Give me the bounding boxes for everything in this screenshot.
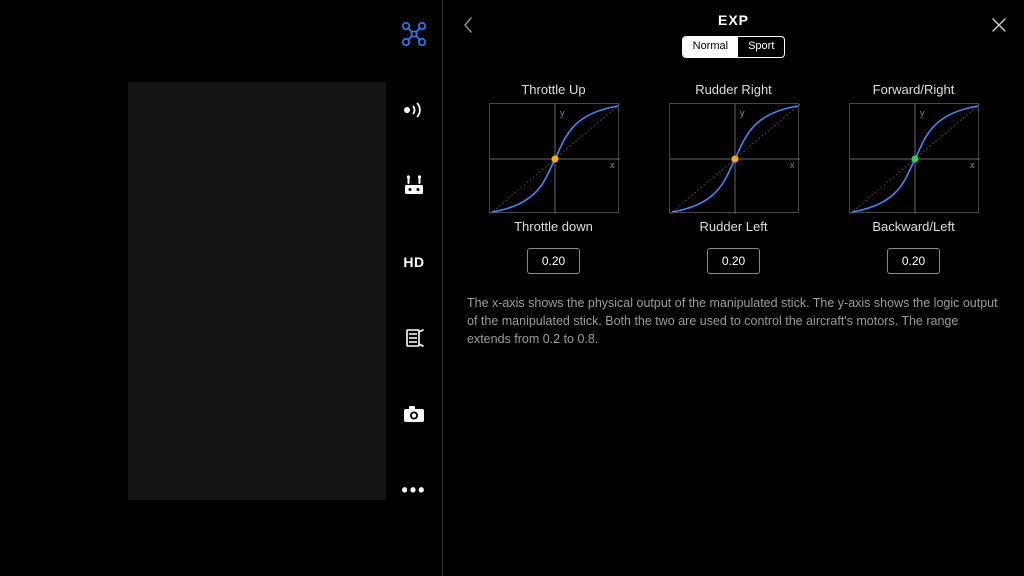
curve-graph[interactable]: y x (669, 103, 799, 213)
svg-text:x: x (790, 160, 795, 170)
curve-block: Throttle Up y x Throttle down 0.20 (479, 76, 629, 274)
signal-icon (402, 100, 426, 120)
close-button[interactable] (988, 14, 1010, 36)
chevron-left-icon (461, 16, 475, 34)
settings-sidebar: HD ••• (386, 0, 442, 576)
curve-value-input[interactable]: 0.20 (887, 248, 940, 274)
curve-block: Rudder Right y x Rudder Left 0.20 (659, 76, 809, 274)
tab-normal[interactable]: Normal (683, 37, 738, 57)
svg-text:x: x (610, 160, 615, 170)
curve-top-label: Rudder Right (695, 82, 772, 97)
curve-bottom-label: Backward/Left (872, 219, 954, 234)
sidebar-item-signal[interactable] (398, 94, 430, 126)
hd-icon: HD (403, 254, 424, 270)
sidebar-item-hd[interactable]: HD (398, 246, 430, 278)
sidebar-item-remote[interactable] (398, 170, 430, 202)
exp-settings-panel: EXP Normal Sport Throttle Up y x Throttl… (443, 0, 1024, 576)
curve-top-label: Throttle Up (521, 82, 585, 97)
sidebar-item-more[interactable]: ••• (398, 474, 430, 506)
camera-icon (402, 404, 426, 424)
remote-controller-icon (402, 175, 426, 197)
sidebar-item-aircraft[interactable] (398, 18, 430, 50)
curve-bottom-label: Rudder Left (700, 219, 768, 234)
curve-top-label: Forward/Right (873, 82, 955, 97)
panel-header: EXP Normal Sport (443, 0, 1024, 60)
svg-text:y: y (560, 108, 565, 118)
curve-value-input[interactable]: 0.20 (707, 248, 760, 274)
more-icon: ••• (402, 480, 427, 501)
mode-segmented-control: Normal Sport (682, 36, 786, 58)
curves-row: Throttle Up y x Throttle down 0.20 Rudde… (443, 76, 1024, 274)
curve-bottom-label: Throttle down (514, 219, 593, 234)
panel-title: EXP (718, 12, 749, 28)
sidebar-item-camera[interactable] (398, 398, 430, 430)
sidebar-item-gimbal[interactable] (398, 322, 430, 354)
tab-sport[interactable]: Sport (738, 37, 784, 57)
svg-text:y: y (920, 108, 925, 118)
curve-graph[interactable]: y x (849, 103, 979, 213)
drone-icon (401, 21, 427, 47)
svg-text:y: y (740, 108, 745, 118)
svg-text:x: x (970, 160, 975, 170)
exp-description: The x-axis shows the physical output of … (467, 294, 1000, 348)
curve-block: Forward/Right y x Backward/Left 0.20 (839, 76, 989, 274)
close-icon (991, 17, 1007, 33)
gimbal-icon (403, 327, 425, 349)
curve-value-input[interactable]: 0.20 (527, 248, 580, 274)
camera-viewport (128, 82, 386, 500)
back-button[interactable] (457, 14, 479, 36)
curve-graph[interactable]: y x (489, 103, 619, 213)
